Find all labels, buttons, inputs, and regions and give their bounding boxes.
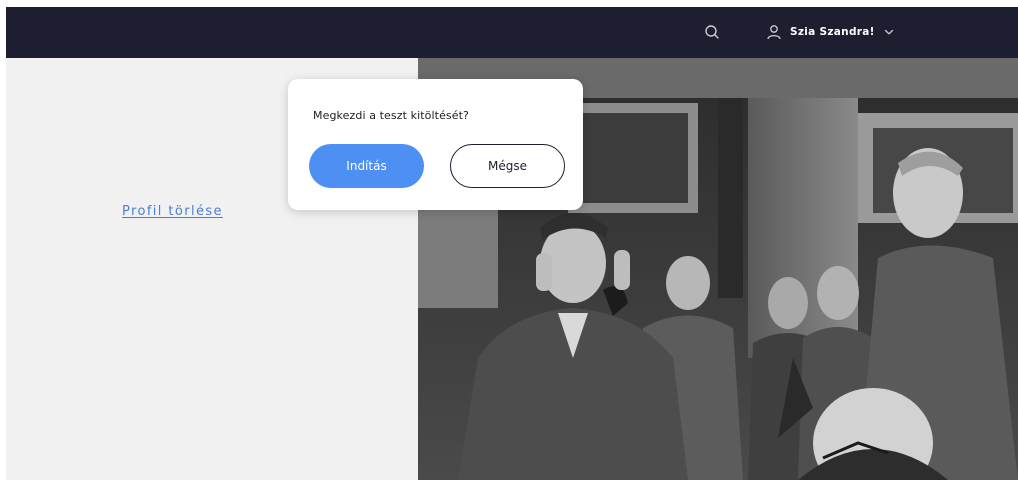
user-icon xyxy=(767,25,781,40)
page-frame: Szia Szandra! Profil törlése Megkezdi a … xyxy=(6,7,1018,480)
start-button[interactable]: Indítás xyxy=(309,144,424,188)
cancel-button[interactable]: Mégse xyxy=(450,144,565,188)
chevron-down-icon xyxy=(884,29,893,35)
user-greeting: Szia Szandra! xyxy=(790,26,875,38)
start-test-dialog: Megkezdi a teszt kitöltését? Indítás Még… xyxy=(288,79,583,210)
dialog-question: Megkezdi a teszt kitöltését? xyxy=(313,109,469,122)
profile-delete-link[interactable]: Profil törlése xyxy=(122,204,223,219)
top-navigation-bar: Szia Szandra! xyxy=(6,7,1018,58)
search-icon[interactable] xyxy=(704,24,720,40)
user-menu[interactable]: Szia Szandra! xyxy=(766,21,894,43)
